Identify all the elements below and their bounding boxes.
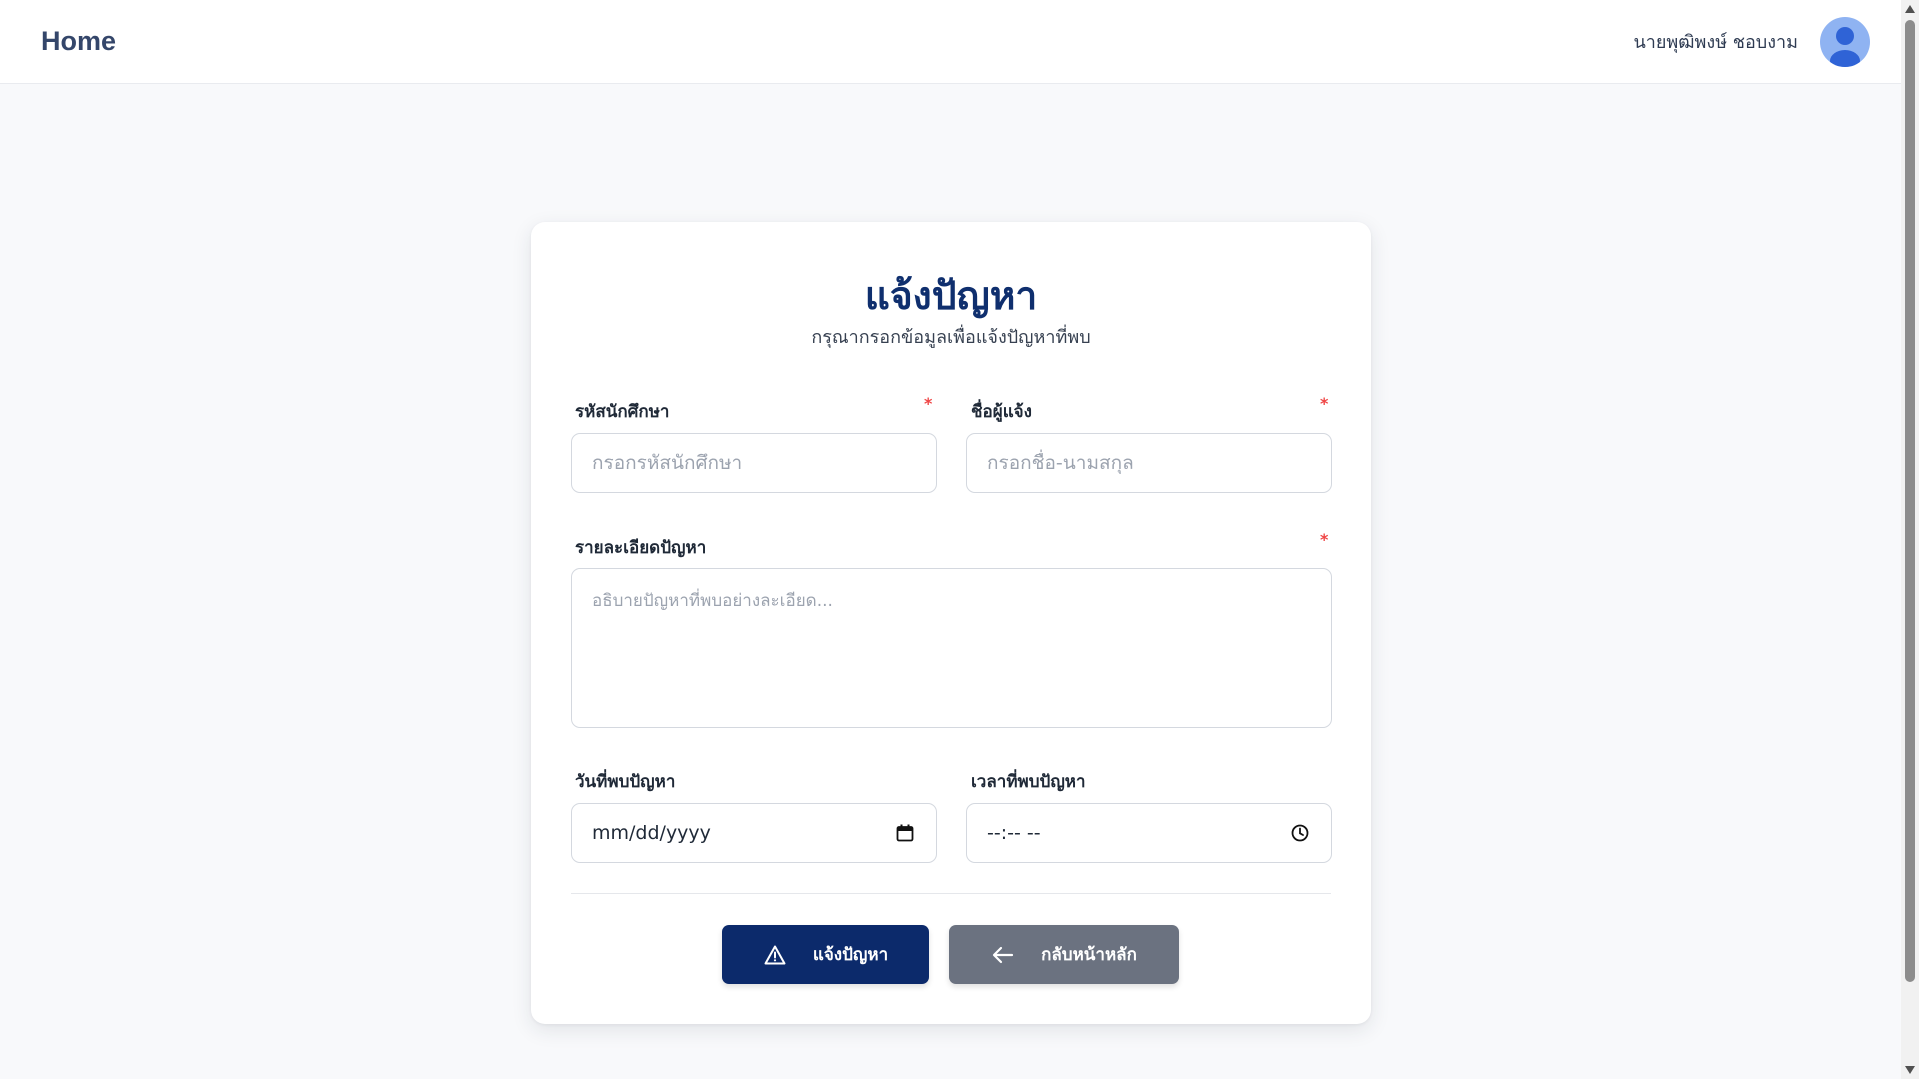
time-found-input[interactable]: --:-- --: [966, 803, 1332, 863]
page-scrollbar[interactable]: [1901, 0, 1919, 1079]
date-found-label: วันที่พบปัญหา: [575, 772, 676, 792]
report-form-card: แจ้งปัญหา กรุณากรอกข้อมูลเพื่อแจ้งปัญหาท…: [531, 222, 1371, 1024]
required-mark: *: [1320, 394, 1329, 413]
student-id-input[interactable]: [571, 433, 937, 493]
required-mark: *: [924, 394, 933, 413]
warning-triangle-icon: [763, 943, 787, 967]
reporter-name-label: ชื่อผู้แจ้ง: [971, 402, 1032, 422]
user-menu: นายพุฒิพงษ์ ชอบงาม: [1633, 16, 1870, 67]
back-home-button[interactable]: กลับหน้าหลัก: [949, 925, 1179, 984]
top-navbar: Home นายพุฒิพงษ์ ชอบงาม: [0, 0, 1901, 84]
form-title: แจ้งปัญหา: [864, 274, 1038, 319]
date-found-input[interactable]: mm/dd/yyyy: [571, 803, 937, 863]
submit-button-label: แจ้งปัญหา: [812, 945, 889, 965]
scrollbar-thumb[interactable]: [1905, 20, 1915, 982]
time-placeholder: --:-- --: [987, 822, 1041, 844]
scroll-up-arrow-icon[interactable]: [1904, 3, 1916, 15]
arrow-left-icon: [991, 943, 1015, 967]
clock-icon[interactable]: [1289, 822, 1311, 844]
user-name: นายพุฒิพงษ์ ชอบงาม: [1633, 32, 1798, 53]
required-mark: *: [1320, 530, 1329, 549]
home-link[interactable]: Home: [41, 26, 116, 57]
details-label: รายละเอียดปัญหา: [575, 538, 707, 558]
date-placeholder: mm/dd/yyyy: [592, 822, 711, 844]
form-subtitle: กรุณากรอกข้อมูลเพื่อแจ้งปัญหาที่พบ: [811, 327, 1091, 348]
avatar[interactable]: [1820, 16, 1870, 67]
back-button-label: กลับหน้าหลัก: [1041, 945, 1137, 965]
time-found-label: เวลาที่พบปัญหา: [971, 772, 1086, 792]
user-avatar-icon: [1830, 26, 1860, 67]
scroll-down-arrow-icon[interactable]: [1904, 1064, 1916, 1076]
details-textarea[interactable]: [571, 568, 1332, 728]
submit-report-button[interactable]: แจ้งปัญหา: [722, 925, 929, 984]
form-divider: [571, 893, 1331, 894]
reporter-name-input[interactable]: [966, 433, 1332, 493]
calendar-icon[interactable]: [894, 822, 916, 844]
student-id-label: รหัสนักศึกษา: [575, 402, 670, 422]
